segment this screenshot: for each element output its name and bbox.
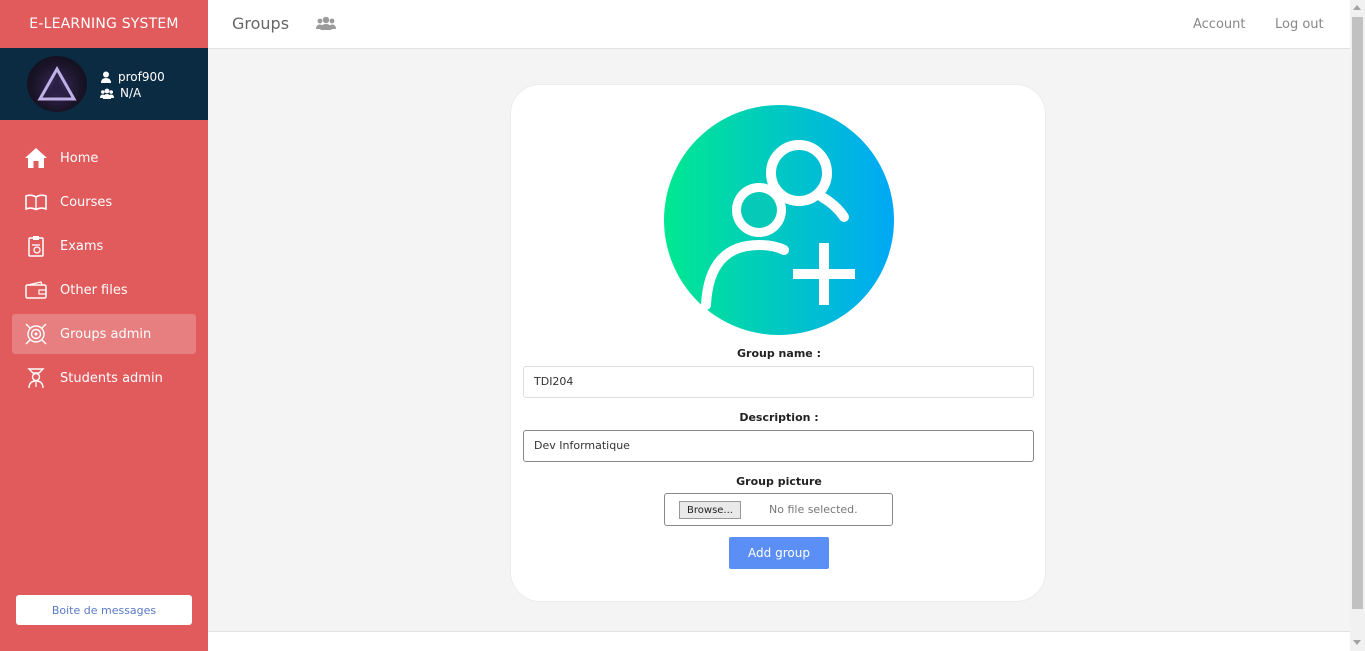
user-icon bbox=[101, 71, 111, 83]
user-name-row: prof900 bbox=[100, 70, 165, 84]
file-status: No file selected. bbox=[769, 503, 858, 516]
book-icon bbox=[24, 190, 48, 214]
footer bbox=[208, 631, 1350, 651]
sidebar-item-courses[interactable]: Courses bbox=[12, 182, 196, 222]
wallet-icon bbox=[24, 278, 48, 302]
sidebar-item-label: Exams bbox=[60, 238, 104, 254]
sidebar-item-label: Other files bbox=[60, 282, 128, 298]
user-panel: prof900 N/A bbox=[0, 48, 208, 120]
add-group-button[interactable]: Add group bbox=[729, 537, 829, 569]
sidebar-item-label: Courses bbox=[60, 194, 113, 210]
users-icon bbox=[316, 15, 336, 34]
sidebar-item-label: Home bbox=[60, 150, 99, 166]
description-input[interactable]: Dev Informatique bbox=[523, 430, 1034, 462]
sidebar-item-label: Groups admin bbox=[60, 326, 152, 342]
messages-button[interactable]: Boite de messages bbox=[16, 595, 192, 625]
scroll-down-arrow-icon[interactable] bbox=[1353, 640, 1361, 645]
sidebar-item-students-admin[interactable]: Students admin bbox=[12, 358, 196, 398]
target-icon bbox=[24, 322, 48, 346]
scroll-up-arrow-icon[interactable] bbox=[1353, 5, 1361, 10]
student-icon bbox=[24, 366, 48, 390]
browse-button[interactable]: Browse... bbox=[679, 501, 741, 519]
user-group: N/A bbox=[120, 86, 142, 100]
sidebar-item-label: Students admin bbox=[60, 370, 163, 386]
add-group-icon bbox=[664, 105, 894, 335]
users-icon bbox=[100, 88, 114, 99]
group-name-input[interactable]: TDI204 bbox=[523, 366, 1034, 398]
sidebar-item-other-files[interactable]: Other files bbox=[12, 270, 196, 310]
add-group-card: Group name : TDI204 Description : Dev In… bbox=[510, 84, 1046, 602]
sidebar-item-home[interactable]: Home bbox=[12, 138, 196, 178]
group-picture-label: Group picture bbox=[736, 475, 822, 488]
user-group-row: N/A bbox=[100, 86, 141, 100]
top-bar: Groups Account Log out bbox=[208, 0, 1350, 49]
scroll-thumb[interactable] bbox=[1352, 17, 1363, 609]
logout-link[interactable]: Log out bbox=[1275, 17, 1324, 32]
sidebar-item-groups-admin[interactable]: Groups admin bbox=[12, 314, 196, 354]
home-icon bbox=[24, 146, 48, 170]
user-name: prof900 bbox=[118, 70, 165, 84]
clipboard-icon bbox=[24, 234, 48, 258]
scrollbar[interactable] bbox=[1350, 0, 1365, 651]
sidebar: E-LEARNING SYSTEM prof900 N/A Home Cours… bbox=[0, 0, 208, 651]
account-link[interactable]: Account bbox=[1193, 17, 1246, 32]
avatar bbox=[27, 56, 87, 112]
brand-title: E-LEARNING SYSTEM bbox=[29, 16, 179, 32]
description-label: Description : bbox=[739, 411, 819, 424]
group-name-label: Group name : bbox=[737, 347, 821, 360]
page-title: Groups bbox=[232, 14, 290, 33]
sidebar-nav: Home Courses Exams Other files Groups ad… bbox=[12, 138, 196, 402]
sidebar-item-exams[interactable]: Exams bbox=[12, 226, 196, 266]
file-picker[interactable]: Browse... No file selected. bbox=[664, 493, 893, 526]
